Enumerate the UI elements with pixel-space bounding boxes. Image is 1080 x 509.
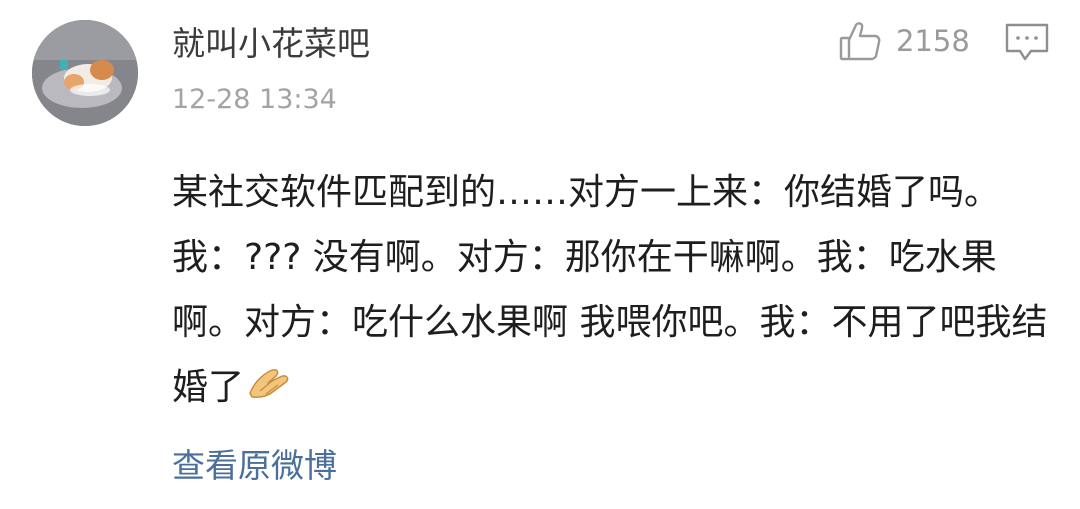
avatar[interactable] — [32, 20, 138, 126]
comment-button[interactable] — [1004, 22, 1050, 64]
comment-text-block: 某社交软件匹配到的……对方一上来：你结婚了吗。我：??? 没有啊。对方：那你在干… — [172, 160, 1052, 420]
comment-timestamp: 12-28 13:34 — [172, 84, 337, 115]
comment-bubble-icon — [1004, 22, 1050, 64]
comment-text: 某社交软件匹配到的……对方一上来：你结婚了吗。我：??? 没有啊。对方：那你在干… — [172, 172, 1048, 408]
thumbs-up-icon — [838, 19, 882, 63]
view-original-weibo-link[interactable]: 查看原微博 — [172, 442, 337, 490]
username[interactable]: 就叫小花菜吧 — [172, 22, 370, 66]
like-count: 2158 — [896, 24, 970, 58]
pray-hands-emoji-icon — [246, 363, 294, 403]
like-button[interactable]: 2158 — [838, 18, 970, 64]
cat-avatar-image — [32, 20, 138, 126]
